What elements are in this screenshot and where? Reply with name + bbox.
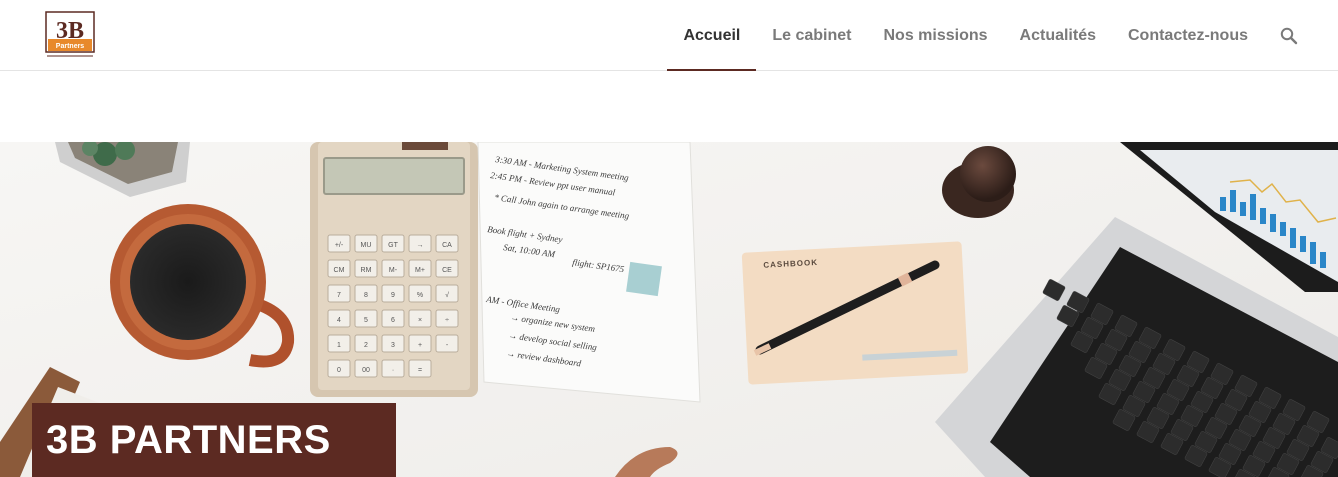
nav-item-nos-missions[interactable]: Nos missions	[868, 0, 1004, 71]
calculator-key-label: 3	[391, 342, 395, 349]
calculator-key-label: CM	[334, 267, 345, 274]
calculator-key-label: 0	[337, 367, 341, 374]
site-logo[interactable]: 3B Partners	[44, 11, 96, 59]
hero-title-badge: 3B PARTNERS	[32, 403, 396, 477]
calculator-key-label: →	[417, 242, 424, 249]
calculator-key-label: ×	[418, 317, 422, 324]
calculator-key-label: M+	[415, 267, 425, 274]
hero-title: 3B PARTNERS	[46, 417, 331, 462]
calculator-key-label: 2	[364, 342, 368, 349]
calculator-key-label: 9	[391, 292, 395, 299]
calculator-key-label: CA	[442, 242, 452, 249]
calculator-key-label: 6	[391, 317, 395, 324]
nav-item-contactez-nous[interactable]: Contactez-nous	[1112, 0, 1264, 71]
calculator-key-label: GT	[388, 242, 398, 249]
calculator-key-label: ÷	[445, 317, 449, 324]
svg-text:3B: 3B	[56, 18, 84, 44]
calculator-key-label: 00	[362, 367, 370, 374]
calculator-key-label: MU	[361, 242, 372, 249]
calculator-key-label: 8	[364, 292, 368, 299]
calculator-key-label: 1	[337, 342, 341, 349]
calculator-key-label: 4	[337, 317, 341, 324]
main-nav: Accueil Le cabinet Nos missions Actualit…	[667, 0, 1338, 72]
hero-banner: +/- MU GT → CA CM RM M- M+ CE 7 8 9% √ 4 5 6 × ÷ 1 2 3 + -0 00 · =…	[0, 142, 1338, 477]
nav-item-le-cabinet[interactable]: Le cabinet	[756, 0, 867, 71]
cashbook: CASHBOOK	[741, 241, 969, 385]
calculator-key-label: +	[418, 342, 422, 349]
calculator-key-label: %	[417, 292, 423, 299]
calculator: +/- MU GT → CACM RM M- M+ CE7 8 9% √4 5 6 × ÷1 2 3 + -0 00 · =	[310, 142, 478, 397]
header-spacer	[0, 71, 1338, 142]
nav-item-actualites[interactable]: Actualités	[1004, 0, 1112, 71]
search-icon	[1280, 27, 1298, 44]
svg-text:Partners: Partners	[56, 43, 85, 50]
site-header: 3B Partners Accueil Le cabinet Nos missi…	[0, 0, 1338, 72]
calculator-key-label: M-	[389, 267, 398, 274]
calculator-key-label: +/-	[335, 242, 344, 249]
notepad: 3:30 AM - Marketing System meeting 2:45 …	[477, 142, 701, 403]
calculator-key-label: √	[445, 291, 449, 299]
calculator-key-label: CE	[442, 267, 452, 274]
calculator-key-label: 5	[364, 317, 368, 324]
calculator-key-label: 7	[337, 292, 341, 299]
search-button[interactable]	[1264, 0, 1338, 71]
calculator-key-label: =	[418, 367, 422, 374]
calculator-key-label: ·	[392, 367, 394, 374]
nav-item-accueil[interactable]: Accueil	[667, 0, 757, 72]
calculator-key-label: RM	[361, 267, 372, 274]
